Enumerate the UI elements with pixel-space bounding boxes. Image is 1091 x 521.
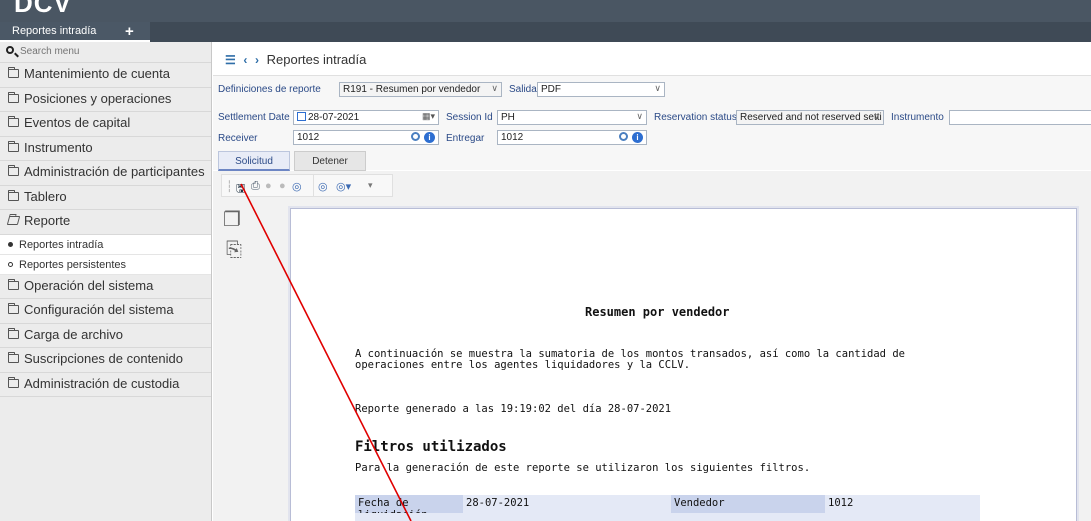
search-input[interactable] xyxy=(20,44,200,59)
reservation-status-label: Reservation status xyxy=(654,112,737,123)
folder-icon xyxy=(8,91,19,103)
search-icon xyxy=(6,46,14,54)
save-icon[interactable]: 🖫 xyxy=(236,180,245,199)
reservation-status-select[interactable]: Reserved and not reserved setti ∨ xyxy=(736,110,884,125)
back-arrow-icon[interactable]: ‹ xyxy=(243,53,247,67)
bullet-hollow-icon xyxy=(8,261,13,267)
session-id-select[interactable]: PH ∨ xyxy=(497,110,647,125)
sidebar-item-administracion-participantes[interactable]: Administración de participantes xyxy=(0,161,211,186)
zoom-out-icon[interactable]: ◎ xyxy=(292,180,302,193)
folder-icon xyxy=(8,327,19,339)
toolbar-grip-icon: ┆ xyxy=(226,181,233,193)
sidebar-subitem-reportes-intradia[interactable]: Reportes intradía xyxy=(0,234,211,255)
filter-row-2 xyxy=(355,513,980,521)
folder-icon xyxy=(8,303,19,314)
receiver-field[interactable]: 1012 i xyxy=(293,130,439,145)
folder-icon xyxy=(8,67,19,78)
definiciones-label: Definiciones de reporte xyxy=(218,84,321,95)
definiciones-select[interactable]: R191 - Resumen por vendedor ∨ xyxy=(339,82,502,97)
sidebar-item-instrumento[interactable]: Instrumento xyxy=(0,137,211,161)
sidebar-subitem-reportes-persistentes[interactable]: Reportes persistentes xyxy=(0,254,211,275)
report-description: A continuación se muestra la sumatoria d… xyxy=(355,348,905,371)
report-title: Resumen por vendedor xyxy=(585,305,730,319)
report-viewer: ┆ 🖫 ⎙ ● ● ◎ ◎ ◎▾ ▾ ❐ ⎘ Resumen por vende… xyxy=(213,171,1091,521)
sidebar-item-reporte[interactable]: Reporte xyxy=(0,210,211,235)
detener-button[interactable]: Detener xyxy=(294,151,366,171)
settlement-date-label: Settlement Date xyxy=(218,112,290,123)
chevron-down-icon: ∨ xyxy=(654,83,661,93)
sidebar-item-custodia[interactable]: Administración de custodia xyxy=(0,373,211,397)
tab-bar: Reportes intradía + xyxy=(0,22,1091,42)
print-icon[interactable]: ⎙ xyxy=(251,180,260,193)
add-tab-button[interactable]: + xyxy=(125,23,134,40)
app-logo: DCV xyxy=(14,0,72,18)
filter-value: 1012 xyxy=(825,495,980,513)
instrumento-field[interactable] xyxy=(949,110,1091,125)
zoom-in-icon[interactable]: ◎ xyxy=(318,180,328,193)
receiver-label: Receiver xyxy=(218,133,258,144)
sidebar-item-mantenimiento[interactable]: Mantenimiento de cuenta xyxy=(0,63,211,88)
settlement-date-field[interactable]: 28-07-2021 ▦▾ xyxy=(293,110,439,125)
filters-table: Fecha de liquidación 28-07-2021 Vendedor… xyxy=(355,495,980,521)
folder-open-icon xyxy=(6,216,21,225)
entregar-field[interactable]: 1012 i xyxy=(497,130,647,145)
sidebar-item-carga[interactable]: Carga de archivo xyxy=(0,324,211,348)
report-form: Definiciones de reporte R191 - Resumen p… xyxy=(213,75,1091,171)
report-toolbar-zoom: ◎ ◎▾ ▾ xyxy=(314,174,393,197)
folder-icon xyxy=(8,278,19,290)
sidebar-item-posiciones[interactable]: Posiciones y operaciones xyxy=(0,88,211,112)
search-icon[interactable] xyxy=(619,132,628,141)
salida-select[interactable]: PDF ∨ xyxy=(537,82,665,97)
sidebar-item-operacion[interactable]: Operación del sistema xyxy=(0,275,211,299)
chevron-down-icon: ∨ xyxy=(873,111,880,121)
info-icon[interactable]: i xyxy=(424,132,435,143)
folder-icon xyxy=(8,376,19,388)
first-page-icon[interactable]: ● xyxy=(265,180,272,192)
salida-label: Salida xyxy=(509,84,537,95)
previous-page-icon[interactable]: ● xyxy=(279,180,286,192)
calendar-icon[interactable]: ▦▾ xyxy=(422,111,435,122)
report-page: Resumen por vendedor A continuación se m… xyxy=(290,208,1077,521)
bullet-filled-icon xyxy=(8,241,13,247)
folder-icon xyxy=(8,165,19,176)
folder-icon xyxy=(8,352,19,363)
filters-heading: Filtros utilizados xyxy=(355,439,507,455)
chevron-down-icon: ∨ xyxy=(491,83,498,93)
report-generated: Reporte generado a las 19:19:02 del día … xyxy=(355,403,672,415)
page-title: Reportes intradía xyxy=(266,52,367,67)
folder-icon xyxy=(8,116,19,127)
sidebar: Mantenimiento de cuenta Posiciones y ope… xyxy=(0,42,212,521)
attachment-icon[interactable]: ⎘ xyxy=(226,239,242,262)
solicitud-button[interactable]: Solicitud xyxy=(218,151,290,171)
breadcrumb: ☰ ‹ › Reportes intradía xyxy=(225,52,366,67)
main-panel: ☰ ‹ › Reportes intradía Definiciones de … xyxy=(213,42,1091,521)
sidebar-item-configuracion[interactable]: Configuración del sistema xyxy=(0,299,211,324)
session-id-label: Session Id xyxy=(446,112,493,123)
entregar-label: Entregar xyxy=(446,133,485,144)
chevron-down-icon: ∨ xyxy=(636,111,643,121)
copy-icon[interactable]: ❐ xyxy=(223,207,241,232)
filter-key: Vendedor xyxy=(671,495,825,513)
info-icon[interactable]: i xyxy=(632,132,643,143)
sitemap-icon[interactable]: ☰ xyxy=(225,53,236,67)
instrumento-label: Instrumento xyxy=(891,112,944,123)
report-toolbar: ┆ 🖫 ⎙ ● ● ◎ xyxy=(221,174,314,197)
zoom-menu-icon[interactable]: ◎▾ xyxy=(336,180,351,193)
filter-key: Fecha de liquidación xyxy=(355,495,463,521)
search-icon[interactable] xyxy=(411,132,420,141)
forward-arrow-icon[interactable]: › xyxy=(255,53,259,67)
toolbar-dropdown-icon[interactable]: ▾ xyxy=(368,180,373,191)
folder-icon xyxy=(8,140,19,152)
top-bar: DCV xyxy=(0,0,1091,22)
filter-value: 28-07-2021 xyxy=(463,495,671,513)
filters-description: Para la generación de este reporte se ut… xyxy=(355,462,811,474)
checkbox-icon[interactable] xyxy=(297,112,306,121)
sidebar-item-suscripciones[interactable]: Suscripciones de contenido xyxy=(0,348,211,373)
folder-icon xyxy=(8,189,19,201)
sidebar-item-eventos[interactable]: Eventos de capital xyxy=(0,112,211,137)
sidebar-item-tablero[interactable]: Tablero xyxy=(0,186,211,210)
sidebar-search xyxy=(0,42,211,63)
